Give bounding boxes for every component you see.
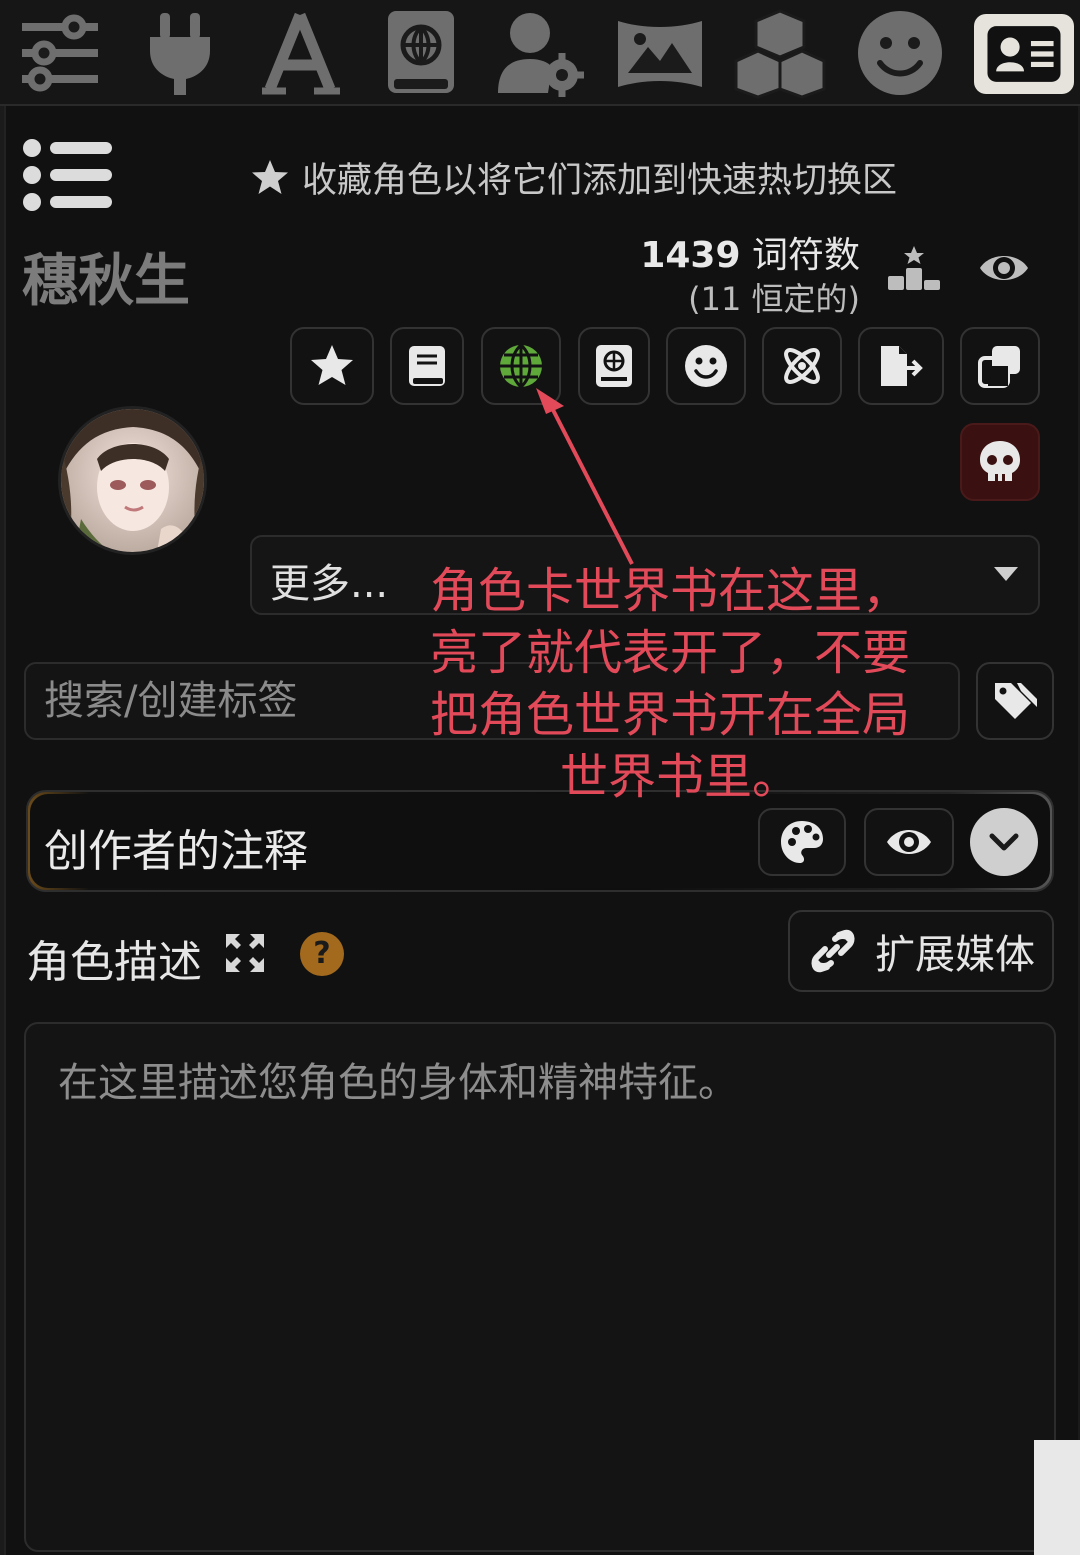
help-icon[interactable]: ? (300, 932, 344, 976)
star-icon (311, 345, 353, 385)
export-button[interactable] (858, 327, 944, 405)
chevron-down-icon (989, 833, 1019, 851)
atom-button[interactable] (762, 327, 842, 405)
annotation-arrow (520, 380, 660, 580)
cubes-icon[interactable] (728, 8, 832, 99)
chevron-down-icon (994, 567, 1018, 581)
annotation-line-4: 世界书里。 (559, 749, 800, 805)
star-icon (252, 160, 288, 194)
atom-icon (784, 348, 820, 384)
file-export-icon (881, 346, 923, 386)
favorites-hint: 收藏角色以将它们添加到快速热切换区 (250, 152, 897, 202)
world-book-icon[interactable] (368, 8, 472, 98)
tags-button[interactable] (976, 662, 1054, 740)
font-icon[interactable] (248, 8, 352, 98)
extension-media-button[interactable]: 扩展媒体 (788, 910, 1054, 992)
plug-icon[interactable] (128, 8, 232, 98)
link-icon (811, 929, 855, 973)
delete-character-button[interactable] (960, 423, 1040, 501)
creator-notes-view-button[interactable] (864, 808, 954, 876)
maximize-icon[interactable] (224, 932, 266, 974)
character-list-icon[interactable] (22, 138, 114, 212)
extension-media-label: 扩展媒体 (875, 932, 1035, 978)
character-avatar[interactable] (58, 406, 207, 555)
token-count: 1439 (640, 235, 741, 276)
description-textarea[interactable] (24, 1022, 1056, 1552)
book-icon (409, 346, 445, 386)
eye-icon[interactable] (978, 246, 1030, 290)
annotation-line-1: 角色卡世界书在这里， (430, 563, 911, 619)
ranking-icon[interactable] (886, 244, 942, 294)
sliders-icon[interactable] (8, 8, 112, 98)
character-card-icon[interactable] (974, 14, 1074, 94)
theme-palette-button[interactable] (758, 808, 846, 876)
description-label: 角色描述 (26, 937, 202, 988)
top-navigation-bar (0, 0, 1080, 106)
user-settings-icon[interactable] (488, 8, 592, 98)
favorites-hint-text: 收藏角色以将它们添加到快速热切换区 (302, 160, 898, 201)
annotation-line-3: 把角色世界书开在全局 (430, 687, 911, 743)
expand-creator-notes-button[interactable] (970, 808, 1038, 876)
palette-icon (781, 821, 823, 863)
favorite-button[interactable] (290, 327, 374, 405)
token-counter: 1439 词符数 (11 恒定的) (600, 226, 860, 320)
character-name[interactable]: 穗秋生 (22, 236, 190, 317)
token-label: 词符数 (751, 235, 860, 276)
duplicate-button[interactable] (960, 327, 1040, 405)
image-icon[interactable] (608, 8, 712, 98)
smiley-icon (685, 345, 727, 387)
more-options-label: 更多... (270, 561, 389, 607)
expressions-button[interactable] (666, 327, 746, 405)
smiley-icon[interactable] (848, 8, 952, 98)
eye-icon (887, 830, 931, 854)
tags-icon (995, 683, 1037, 719)
annotation-line-2: 亮了就代表开了，不要 (430, 625, 911, 681)
skull-icon (980, 441, 1020, 481)
side-handle[interactable] (1034, 1440, 1080, 1555)
advanced-definitions-button[interactable] (390, 327, 464, 405)
permanent-tokens: (11 恒定的) (688, 280, 860, 318)
annotation-text: 角色卡世界书在这里， 亮了就代表开了，不要 把角色世界书开在全局 世界书里。 (430, 560, 970, 808)
copy-icon (978, 346, 1020, 388)
creator-notes-label: 创作者的注释 (44, 826, 308, 877)
